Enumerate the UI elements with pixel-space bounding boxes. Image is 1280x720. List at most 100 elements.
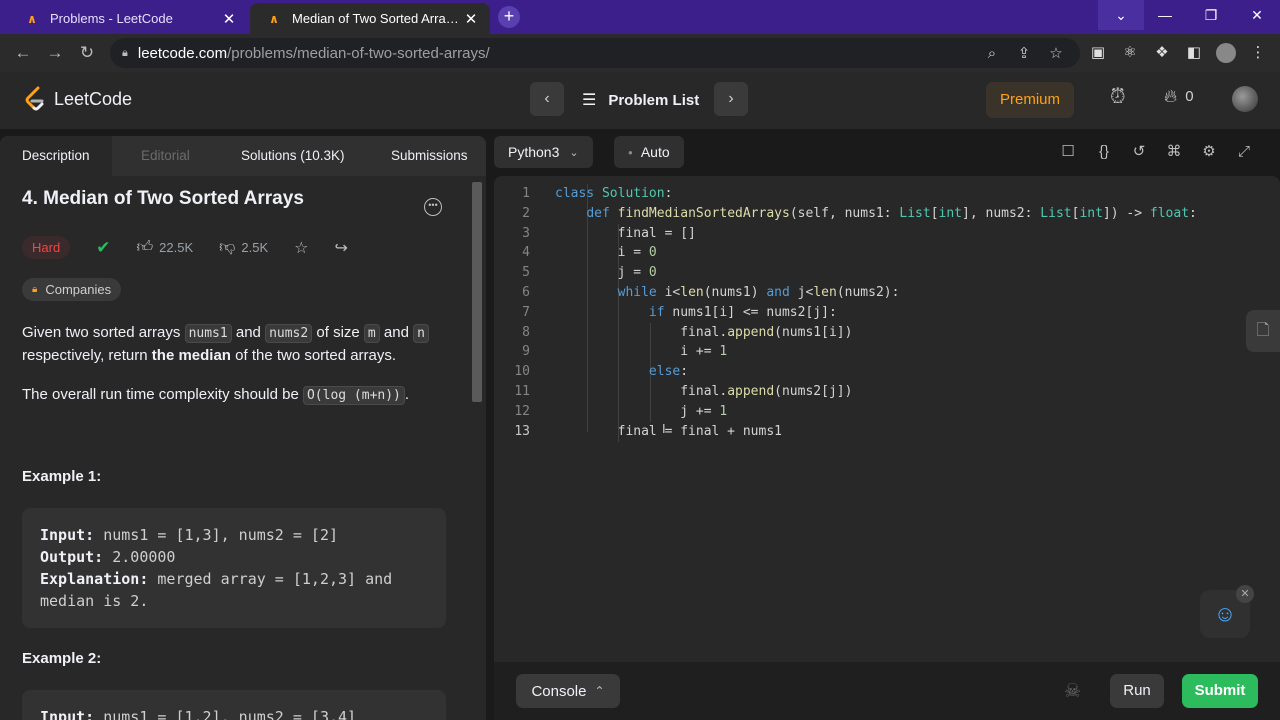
leetcode-logo[interactable]: LeetCode <box>24 86 132 112</box>
description-panel: Description Editorial Solutions (10.3K) … <box>0 136 486 720</box>
leetcode-favicon: ∧ <box>269 11 279 26</box>
mode-label: Auto <box>640 144 670 160</box>
format-braces-icon[interactable]: {} <box>1094 142 1114 162</box>
browser-tab-strip: ∧ Problems - LeetCode ✕ ∧ Median of Two … <box>0 0 1280 34</box>
favorite-star-icon[interactable]: ☆ <box>294 238 308 258</box>
scrollbar-thumb[interactable] <box>472 182 482 402</box>
panel-resize-handle[interactable] <box>486 136 494 720</box>
autocomplete-mode-button[interactable]: ● Auto <box>614 136 684 168</box>
extension-icon[interactable]: ▣ <box>1088 43 1108 63</box>
problem-list-button[interactable]: ☰ Problem List <box>582 90 699 110</box>
dislike-button[interactable]: 👎︎ 2.5K <box>219 238 268 257</box>
thumbs-down-icon: 👎︎ <box>219 239 236 256</box>
difficulty-badge: Hard <box>22 236 71 259</box>
browser-tab-median[interactable]: ∧ Median of Two Sorted Arrays - LeetCode… <box>250 3 490 34</box>
code-line[interactable]: class Solution: <box>555 184 1197 204</box>
line-number: 7 <box>522 304 530 320</box>
tab-editorial[interactable]: Editorial <box>141 136 190 176</box>
profile-avatar[interactable] <box>1216 43 1236 63</box>
share-icon[interactable]: ⇪ <box>1014 44 1034 64</box>
description-scrollbar[interactable] <box>470 176 482 720</box>
code-line[interactable]: j += 1 <box>555 402 1197 422</box>
premium-button[interactable]: Premium <box>986 82 1074 118</box>
browser-tab-title: Problems - LeetCode <box>50 11 173 26</box>
more-options-icon[interactable]: ••• <box>424 198 442 216</box>
restore-icon[interactable]: ❐ <box>1188 0 1234 30</box>
settings-gear-icon[interactable]: ⚙ <box>1199 142 1219 162</box>
code-line[interactable]: j = 0 <box>555 263 1197 283</box>
code-line[interactable]: final = [] <box>555 224 1197 244</box>
code-line[interactable]: final = final + nums1 <box>555 422 1197 442</box>
code-content[interactable]: class Solution: def findMedianSortedArra… <box>555 184 1197 441</box>
close-icon[interactable]: ✕ <box>1236 585 1254 603</box>
complexity-paragraph: The overall run time complexity should b… <box>22 386 410 405</box>
close-icon[interactable]: ✕ <box>462 10 480 28</box>
lock-icon: 🔒︎ <box>32 284 38 295</box>
submit-button[interactable]: Submit <box>1182 674 1258 708</box>
like-button[interactable]: 👍︎ 22.5K <box>136 238 193 257</box>
alarm-clock-icon[interactable]: ⏰︎ <box>1110 86 1126 109</box>
code-line[interactable]: final.append(nums2[j]) <box>555 382 1197 402</box>
list-icon: ☰ <box>582 92 597 109</box>
language-label: Python3 <box>508 144 560 160</box>
code-line[interactable]: final.append(nums1[i]) <box>555 323 1197 343</box>
tab-solutions[interactable]: Solutions (10.3K) <box>241 136 345 176</box>
close-icon[interactable]: ✕ <box>220 10 238 28</box>
logo-text: LeetCode <box>54 88 133 109</box>
code-line[interactable]: else: <box>555 362 1197 382</box>
zoom-icon[interactable]: ⌕ <box>982 44 1002 64</box>
code-editor[interactable]: 1 2 3 4 5 6 7 8 9 10 11 12 13 class Solution: def fi… <box>494 176 1280 662</box>
debug-bug-icon[interactable]: ☠ <box>1064 680 1081 703</box>
back-arrow-icon[interactable]: ← <box>12 42 34 64</box>
code-line[interactable]: def findMedianSortedArrays(self, nums1: … <box>555 204 1197 224</box>
leetcode-header: LeetCode ‹ ☰ Problem List › Premium ⏰︎ 🔥… <box>0 72 1280 130</box>
description-paragraph: Given two sorted arrays nums1 and nums2 … <box>22 322 452 367</box>
run-button[interactable]: Run <box>1110 674 1164 708</box>
tab-description[interactable]: Description <box>0 136 112 176</box>
bookmark-star-icon[interactable]: ☆ <box>1046 44 1066 64</box>
line-number: 2 <box>522 205 530 221</box>
code-line[interactable]: while i<len(nums1) and j<len(nums2): <box>555 283 1197 303</box>
notes-document-icon[interactable]: 🗋︎ <box>1246 310 1280 352</box>
code-line[interactable]: if nums1[i] <= nums2[j]: <box>555 303 1197 323</box>
user-avatar[interactable] <box>1232 86 1258 112</box>
forward-arrow-icon[interactable]: → <box>44 42 66 64</box>
address-bar[interactable]: 🔒︎ leetcode.com/problems/median-of-two-s… <box>110 38 1080 68</box>
browser-toolbar: ← → ↻ 🔒︎ leetcode.com/problems/median-of… <box>0 34 1280 72</box>
companies-tag[interactable]: 🔒︎ Companies <box>22 278 122 301</box>
console-label: Console <box>531 682 587 700</box>
lock-icon[interactable]: 🔒︎ <box>122 47 128 60</box>
reload-icon[interactable]: ↻ <box>76 42 98 64</box>
line-number: 1 <box>522 186 530 201</box>
console-button[interactable]: Console ⌃ <box>516 674 620 708</box>
new-tab-button[interactable]: + <box>498 6 520 28</box>
menu-kebab-icon[interactable]: ⋮ <box>1248 43 1268 63</box>
code-line[interactable]: i += 1 <box>555 342 1197 362</box>
window-close-icon[interactable]: ✕ <box>1234 0 1280 30</box>
streak-counter[interactable]: 🔥︎ 0 <box>1164 86 1194 107</box>
share-icon[interactable]: ↪ <box>335 238 348 258</box>
react-devtools-icon[interactable]: ⚛ <box>1120 43 1140 63</box>
tab-submissions[interactable]: Submissions <box>391 136 468 176</box>
example-1-box: Input: nums1 = [1,3], nums2 = [2] Output… <box>22 508 446 628</box>
code-line[interactable]: i = 0 <box>555 243 1197 263</box>
fullscreen-icon[interactable]: ⤢ <box>1234 142 1254 162</box>
reset-icon[interactable]: ↺ <box>1129 142 1149 162</box>
editor-toolbar: Python3 ⌄ ● Auto ☐ {} ↺ ⌘ ⚙ ⤢ <box>494 136 1280 172</box>
chevron-up-icon: ⌃ <box>594 684 605 698</box>
prev-problem-button[interactable]: ‹ <box>530 82 564 116</box>
inline-code: nums1 <box>184 324 232 343</box>
extensions-puzzle-icon[interactable]: ❖ <box>1152 43 1172 63</box>
line-number: 11 <box>514 383 530 399</box>
line-number: 3 <box>522 225 530 241</box>
next-problem-button[interactable]: › <box>714 82 748 116</box>
browser-tab-problems[interactable]: ∧ Problems - LeetCode ✕ <box>8 3 248 34</box>
side-panel-icon[interactable]: ◧ <box>1184 43 1204 63</box>
tab-search-chevron-icon[interactable]: ⌄ <box>1098 0 1144 30</box>
shortcuts-icon[interactable]: ⌘ <box>1164 142 1184 162</box>
url-path: /problems/median-of-two-sorted-arrays/ <box>227 44 490 62</box>
bookmark-icon[interactable]: ☐ <box>1058 142 1078 162</box>
minimize-icon[interactable]: — <box>1142 0 1188 30</box>
language-select[interactable]: Python3 ⌄ <box>494 136 593 168</box>
line-number: 5 <box>522 265 530 281</box>
